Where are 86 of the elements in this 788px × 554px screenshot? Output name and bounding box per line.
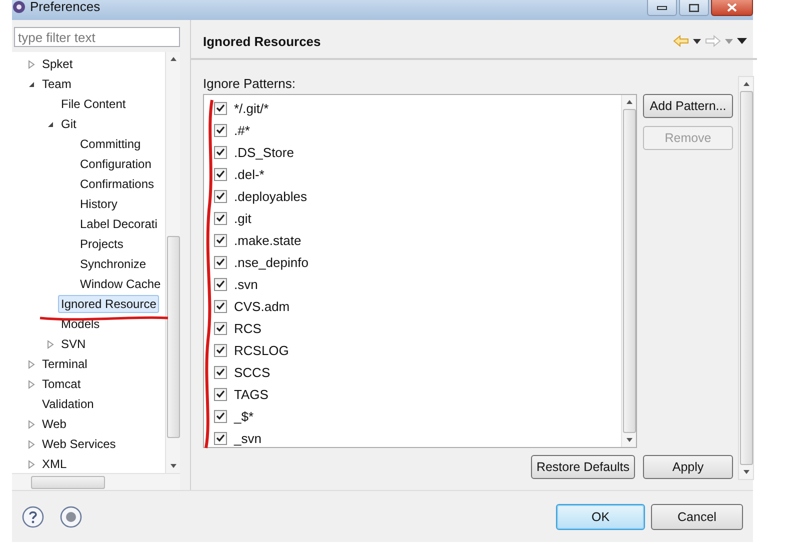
pattern-label: CVS.adm — [234, 298, 290, 314]
pattern-label: _$* — [234, 408, 254, 424]
tree-item[interactable]: Models — [58, 315, 103, 333]
checkbox[interactable] — [214, 410, 227, 422]
vertical-scrollbar[interactable] — [738, 76, 754, 480]
checkbox[interactable] — [214, 322, 227, 334]
tree-item[interactable]: Team — [39, 75, 74, 93]
record-icon[interactable] — [60, 506, 82, 528]
collapsed-arrow-icon[interactable] — [28, 460, 35, 468]
pattern-label: .deployables — [234, 188, 307, 204]
tree-item[interactable]: Ignored Resource — [58, 295, 160, 313]
tree-item[interactable]: Web Services — [39, 435, 119, 453]
view-menu-icon[interactable] — [737, 38, 747, 44]
pattern-label: SCCS — [234, 364, 270, 380]
app-icon — [12, 0, 26, 14]
caret-icon[interactable] — [693, 38, 701, 44]
checkbox[interactable] — [214, 212, 227, 224]
tree-item[interactable]: XML — [39, 455, 70, 473]
collapsed-arrow-icon[interactable] — [28, 60, 35, 68]
checkbox[interactable] — [214, 344, 227, 356]
expanded-arrow-icon[interactable] — [28, 80, 35, 88]
tree-item[interactable]: Projects — [77, 235, 126, 253]
pattern-label: */.git/* — [234, 100, 269, 116]
tree-item[interactable]: Git — [58, 115, 80, 133]
page-button[interactable]: Apply — [643, 455, 733, 479]
collapsed-arrow-icon[interactable] — [47, 340, 54, 348]
pattern-label: RCS — [234, 320, 262, 336]
pattern-label: .git — [234, 210, 252, 226]
collapsed-arrow-icon[interactable] — [28, 380, 35, 388]
vertical-scrollbar[interactable] — [621, 95, 636, 447]
checkbox[interactable] — [214, 366, 227, 378]
checkbox[interactable] — [214, 278, 227, 290]
checkbox[interactable] — [214, 124, 227, 136]
minimize-icon — [657, 6, 667, 10]
checkbox[interactable] — [214, 432, 227, 444]
pattern-label: .DS_Store — [234, 144, 294, 160]
pattern-label: .make.state — [234, 232, 302, 248]
collapsed-arrow-icon[interactable] — [28, 440, 35, 448]
tree-item[interactable]: History — [77, 195, 120, 213]
pattern-label: TAGS — [234, 386, 268, 402]
tree-item[interactable]: Synchronize — [77, 255, 150, 273]
tree-item[interactable]: SVN — [58, 335, 89, 353]
checkbox[interactable] — [214, 190, 227, 202]
tree-item[interactable]: Tomcat — [39, 375, 84, 393]
maximize-icon — [689, 4, 699, 12]
tree-item[interactable]: Terminal — [39, 355, 90, 373]
checkbox[interactable] — [214, 388, 227, 400]
minimize-button[interactable] — [647, 0, 677, 16]
tree-item[interactable]: Spket — [39, 55, 76, 73]
tree-item[interactable]: Configuration — [77, 155, 154, 173]
section-label: Ignore Patterns: — [203, 76, 296, 93]
help-icon[interactable] — [22, 506, 44, 528]
pattern-label: .#* — [234, 122, 250, 138]
dialog-button[interactable]: Cancel — [651, 504, 743, 530]
horizontal-scrollbar[interactable] — [12, 473, 180, 490]
checkbox[interactable] — [214, 102, 227, 114]
tree-item[interactable]: Confirmations — [77, 175, 158, 193]
pattern-button[interactable]: Add Pattern... — [643, 94, 733, 118]
vertical-scrollbar[interactable] — [165, 52, 180, 473]
checkbox[interactable] — [214, 234, 227, 246]
checkbox[interactable] — [214, 256, 227, 268]
maximize-button[interactable] — [679, 0, 709, 16]
tree-item[interactable]: Label Decorati — [77, 215, 160, 233]
window-title: Preferences — [30, 0, 100, 14]
collapsed-arrow-icon[interactable] — [28, 420, 35, 428]
tree-item[interactable]: Web — [39, 415, 70, 433]
pattern-label: .nse_depinfo — [234, 254, 308, 270]
collapsed-arrow-icon[interactable] — [28, 360, 35, 368]
tree-item[interactable]: File Content — [58, 95, 129, 113]
close-button[interactable] — [711, 0, 753, 16]
tree-item[interactable]: Validation — [39, 395, 97, 413]
filter-field[interactable]: type filter text — [14, 27, 180, 47]
pattern-label: .del-* — [234, 166, 264, 182]
expanded-arrow-icon[interactable] — [47, 120, 54, 128]
checkbox[interactable] — [214, 146, 227, 158]
dialog-button[interactable]: OK — [556, 504, 645, 530]
checkbox[interactable] — [214, 168, 227, 180]
pattern-label: RCSLOG — [234, 342, 289, 358]
tree-item[interactable]: Window Cache — [77, 275, 164, 293]
close-icon — [727, 3, 737, 12]
tree-item[interactable]: Committing — [77, 135, 144, 153]
pattern-label: .svn — [234, 276, 258, 292]
page-button[interactable]: Restore Defaults — [531, 455, 635, 479]
page-title: Ignored Resources — [203, 34, 321, 48]
pattern-label: _svn — [234, 430, 262, 446]
checkbox[interactable] — [214, 300, 227, 312]
